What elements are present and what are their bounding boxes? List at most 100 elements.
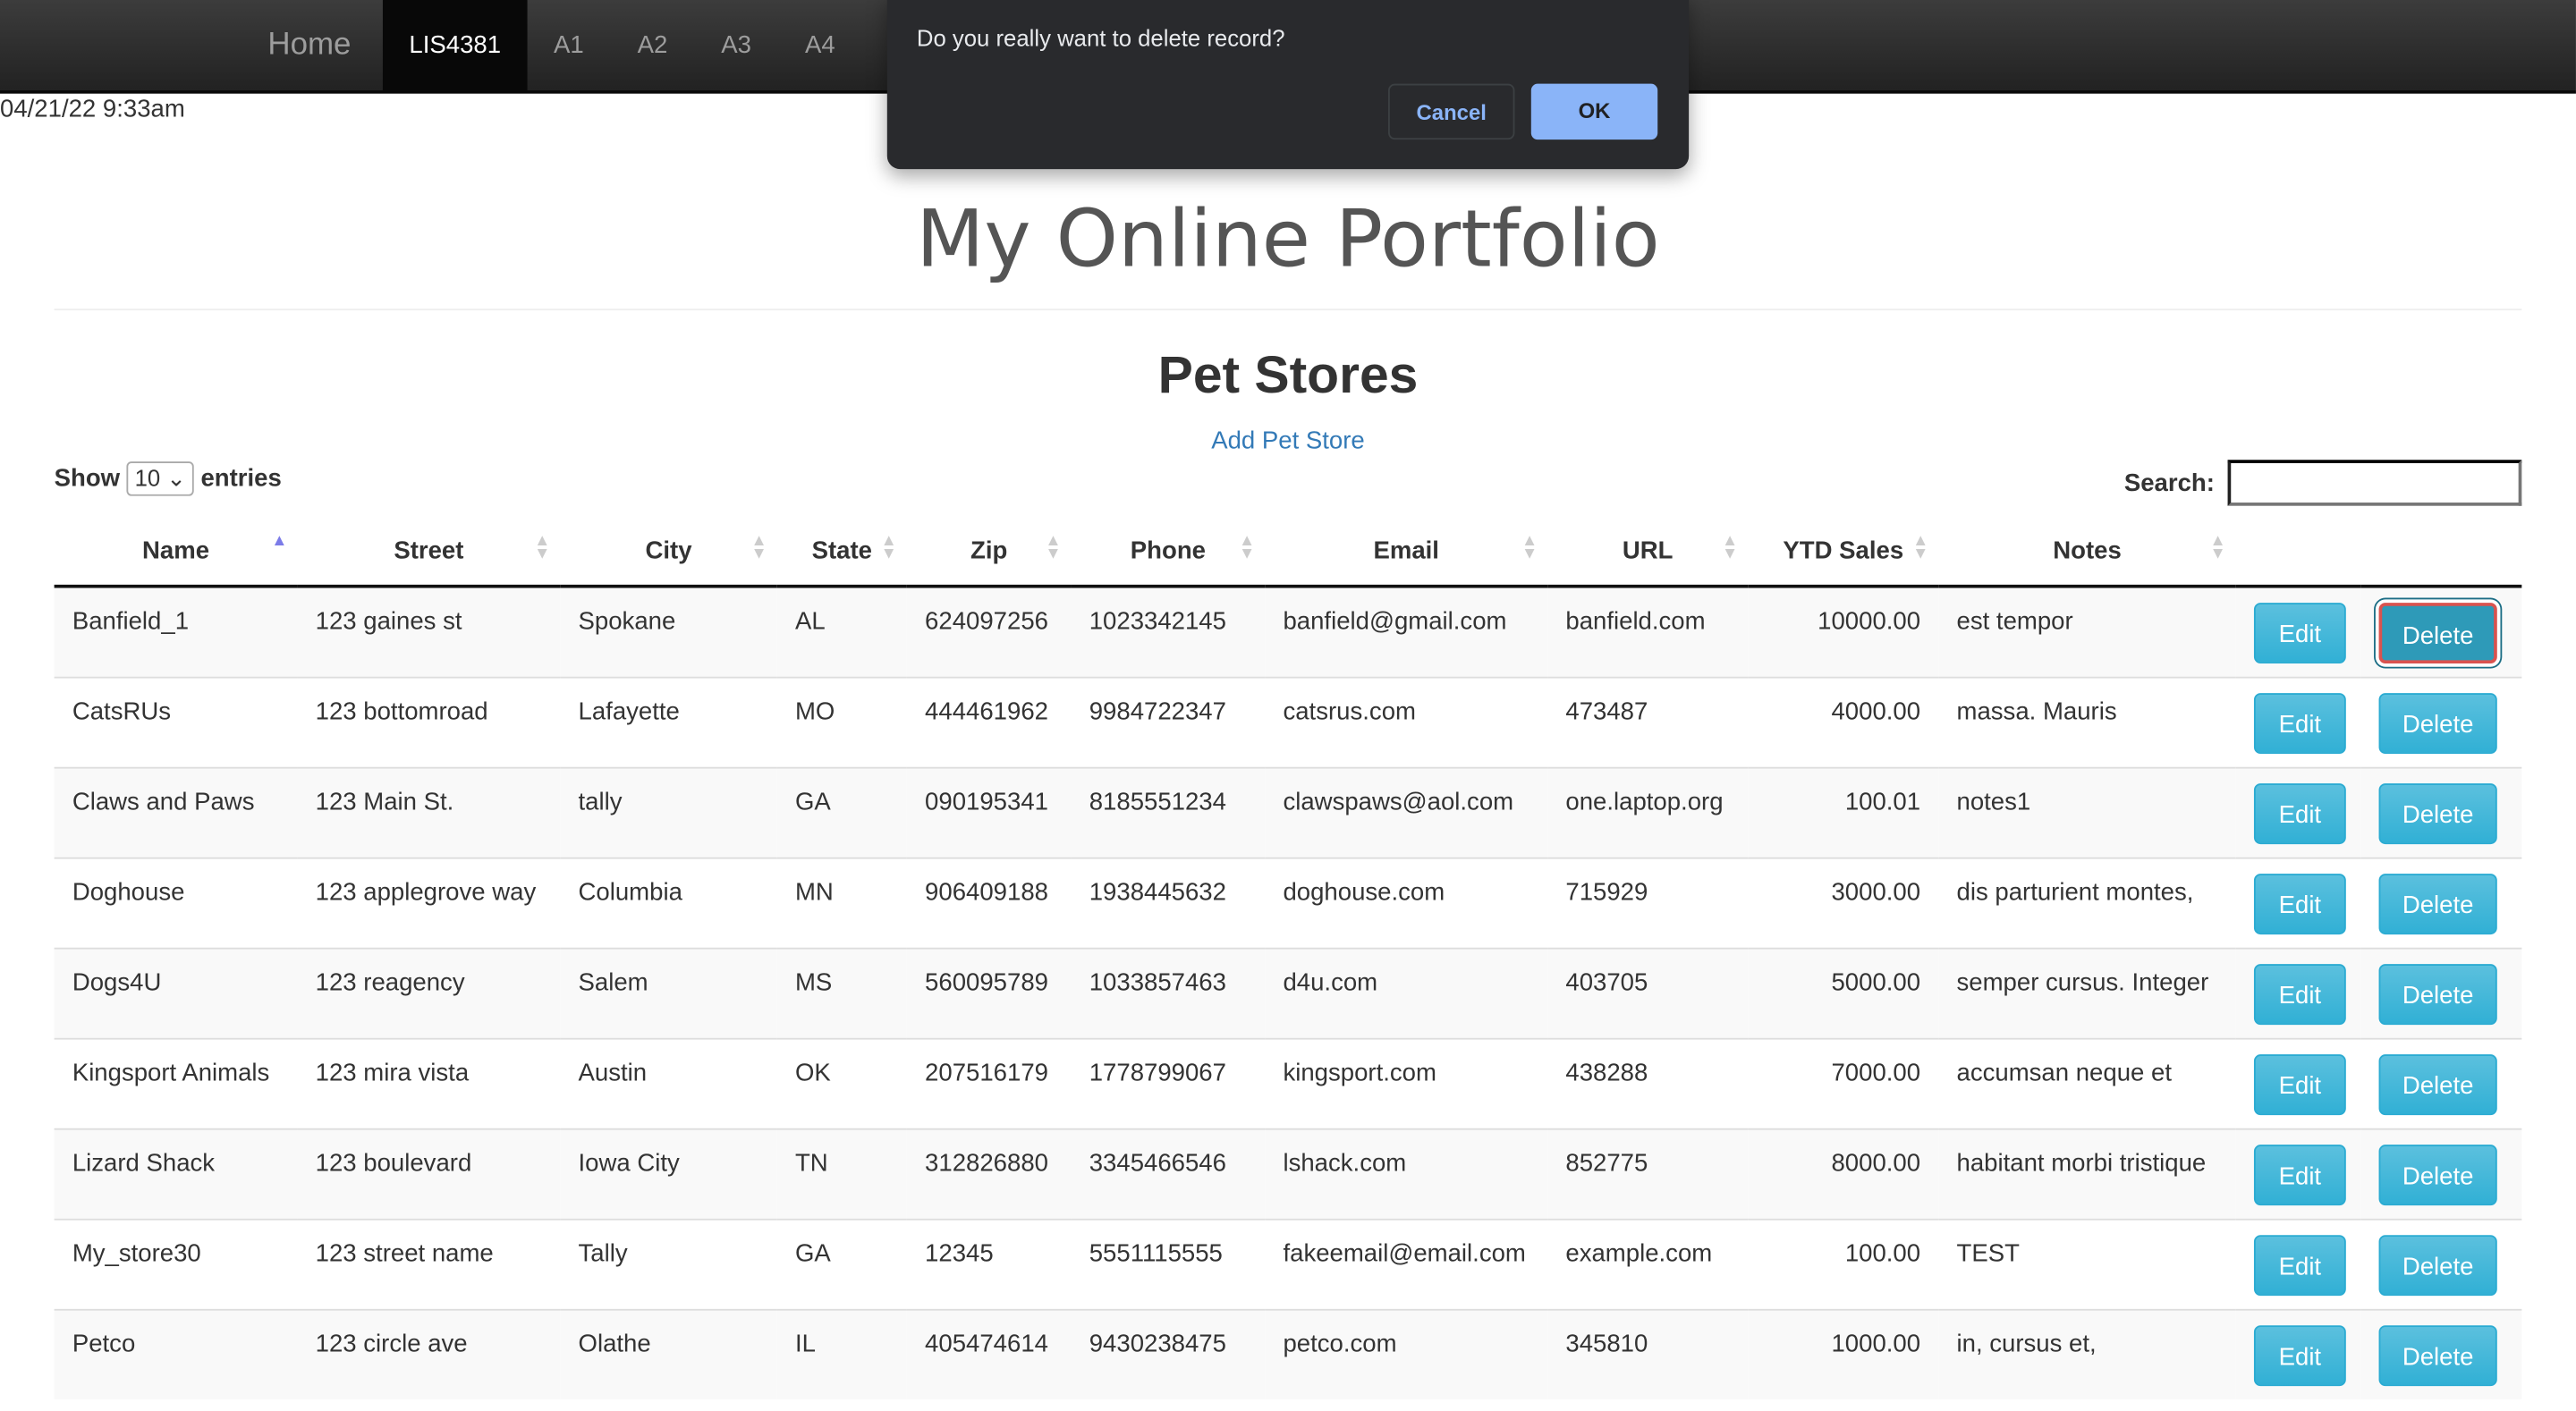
cell-zip: 207516179	[906, 1036, 1072, 1128]
cell-notes: dis parturient montes,	[1938, 856, 2236, 948]
cell-city: Columbia	[560, 856, 777, 948]
cell-phone: 1938445632	[1071, 856, 1266, 948]
column-header-url[interactable]: URL ▲ ▼	[1547, 515, 1749, 588]
cell-phone: 5551115555	[1071, 1217, 1266, 1309]
column-label: Email	[1373, 536, 1439, 564]
sort-icon: ▲ ▼	[2209, 532, 2226, 563]
nav-a2[interactable]: A2	[638, 0, 668, 90]
delete-button[interactable]: Delete	[2378, 782, 2497, 844]
cell-url: one.laptop.org	[1547, 765, 1749, 858]
cell-state: MS	[776, 946, 907, 1038]
delete-button[interactable]: Delete	[2378, 1324, 2497, 1386]
column-header-city[interactable]: City ▲ ▼	[560, 515, 777, 588]
delete-button[interactable]: Delete	[2378, 1234, 2497, 1296]
delete-button[interactable]: Delete	[2378, 1053, 2497, 1115]
pet-stores-table: Name ▲ Street ▲ ▼ City ▲ ▼ State ▲ ▼ Zip ▲ ▼ Phone ▲ ▼ Em…	[54, 515, 2522, 1399]
sort-asc-icon: ▲	[271, 532, 288, 551]
cell-name: Lizard Shack	[54, 1127, 298, 1219]
column-label: City	[645, 536, 692, 564]
cell-ytd-sales: 1000.00	[1748, 1307, 1939, 1399]
table-row: Lizard Shack 123 boulevard Iowa City TN 3128…	[54, 1127, 2522, 1219]
page-title: My Online Portfolio	[916, 193, 1660, 286]
column-header-phone[interactable]: Phone ▲ ▼	[1071, 515, 1266, 588]
column-label: State	[811, 536, 873, 564]
edit-button[interactable]: Edit	[2253, 1234, 2346, 1296]
column-label: Name	[141, 536, 210, 564]
delete-button[interactable]: Delete	[2378, 603, 2497, 664]
column-label: YTD Sales	[1783, 536, 1904, 564]
cell-street: 123 reagency	[297, 946, 561, 1038]
cell-email: d4u.com	[1265, 946, 1548, 1038]
column-header-street[interactable]: Street ▲ ▼	[297, 515, 561, 588]
delete-cell: Delete	[2360, 856, 2522, 948]
cell-notes: est tempor	[1938, 585, 2236, 677]
ok-button[interactable]: OK	[1530, 83, 1658, 140]
edit-cell: Edit	[2235, 856, 2361, 948]
cell-email: kingsport.com	[1265, 1036, 1548, 1128]
table-row: Banfield_1 123 gaines st Spokane AL 62409725…	[54, 585, 2522, 677]
divider	[54, 308, 2522, 311]
nav-lis4381[interactable]: LIS4381	[382, 0, 528, 91]
edit-button[interactable]: Edit	[2253, 963, 2346, 1025]
cell-phone: 1778799067	[1071, 1036, 1266, 1128]
cell-name: Doghouse	[54, 856, 298, 948]
cell-url: example.com	[1547, 1217, 1749, 1309]
delete-cell: Delete	[2360, 1217, 2522, 1309]
cell-street: 123 street name	[297, 1217, 561, 1309]
nav-a1[interactable]: A1	[554, 0, 584, 90]
sort-icon: ▲ ▼	[1521, 532, 1538, 563]
search-label: Search:	[2123, 469, 2215, 497]
edit-button[interactable]: Edit	[2253, 873, 2346, 934]
sort-icon: ▲ ▼	[750, 532, 767, 563]
cell-street: 123 boulevard	[297, 1127, 561, 1219]
edit-button[interactable]: Edit	[2253, 1144, 2346, 1205]
nav-a3[interactable]: A3	[721, 0, 751, 90]
cell-ytd-sales: 100.01	[1748, 765, 1939, 858]
cell-name: My_store30	[54, 1217, 298, 1309]
delete-button[interactable]: Delete	[2378, 963, 2497, 1025]
chevron-down-icon: ⌄	[166, 464, 186, 492]
column-header-state[interactable]: State ▲ ▼	[776, 515, 907, 588]
cell-city: Iowa City	[560, 1127, 777, 1219]
column-label: Notes	[2053, 536, 2122, 564]
edit-cell: Edit	[2235, 1217, 2361, 1309]
table-row: Kingsport Animals 123 mira vista Austin OK 2…	[54, 1036, 2522, 1128]
cell-state: AL	[776, 585, 907, 677]
cell-url: 438288	[1547, 1036, 1749, 1128]
column-header-name[interactable]: Name ▲	[54, 515, 298, 588]
sort-icon: ▲ ▼	[1722, 532, 1739, 563]
cell-email: banfield@gmail.com	[1265, 585, 1548, 677]
delete-button[interactable]: Delete	[2378, 692, 2497, 754]
delete-button[interactable]: Delete	[2378, 1144, 2497, 1205]
entries-select[interactable]: 10 ⌄	[126, 461, 195, 496]
search-input[interactable]	[2227, 460, 2522, 506]
cell-email: petco.com	[1265, 1307, 1548, 1399]
column-header-zip[interactable]: Zip ▲ ▼	[906, 515, 1072, 588]
nav-a4[interactable]: A4	[805, 0, 835, 90]
cell-notes: semper cursus. Integer	[1938, 946, 2236, 1038]
sort-icon: ▲ ▼	[1239, 532, 1256, 563]
column-label: Phone	[1130, 536, 1206, 564]
cancel-button[interactable]: Cancel	[1388, 83, 1515, 140]
edit-button[interactable]: Edit	[2253, 1053, 2346, 1115]
nav-home[interactable]: Home	[267, 0, 351, 90]
cell-phone: 9430238475	[1071, 1307, 1266, 1399]
edit-button[interactable]: Edit	[2253, 692, 2346, 754]
column-header-notes[interactable]: Notes ▲ ▼	[1938, 515, 2236, 588]
edit-button[interactable]: Edit	[2253, 782, 2346, 844]
cell-ytd-sales: 10000.00	[1748, 585, 1939, 677]
delete-button[interactable]: Delete	[2378, 873, 2497, 934]
sort-icon: ▲ ▼	[1912, 532, 1929, 563]
column-header-ytd-sales[interactable]: YTD Sales ▲ ▼	[1748, 515, 1939, 588]
cell-city: Spokane	[560, 585, 777, 677]
column-header-email[interactable]: Email ▲ ▼	[1265, 515, 1548, 588]
edit-button[interactable]: Edit	[2253, 603, 2346, 664]
cell-zip: 906409188	[906, 856, 1072, 948]
cell-zip: 090195341	[906, 765, 1072, 858]
edit-cell: Edit	[2235, 1036, 2361, 1128]
confirm-dialog: Do you really want to delete record? Can…	[886, 0, 1690, 170]
add-pet-store-link[interactable]: Add Pet Store	[0, 427, 2576, 455]
cell-street: 123 Main St.	[297, 765, 561, 858]
edit-button[interactable]: Edit	[2253, 1324, 2346, 1386]
cell-notes: habitant morbi tristique	[1938, 1127, 2236, 1219]
